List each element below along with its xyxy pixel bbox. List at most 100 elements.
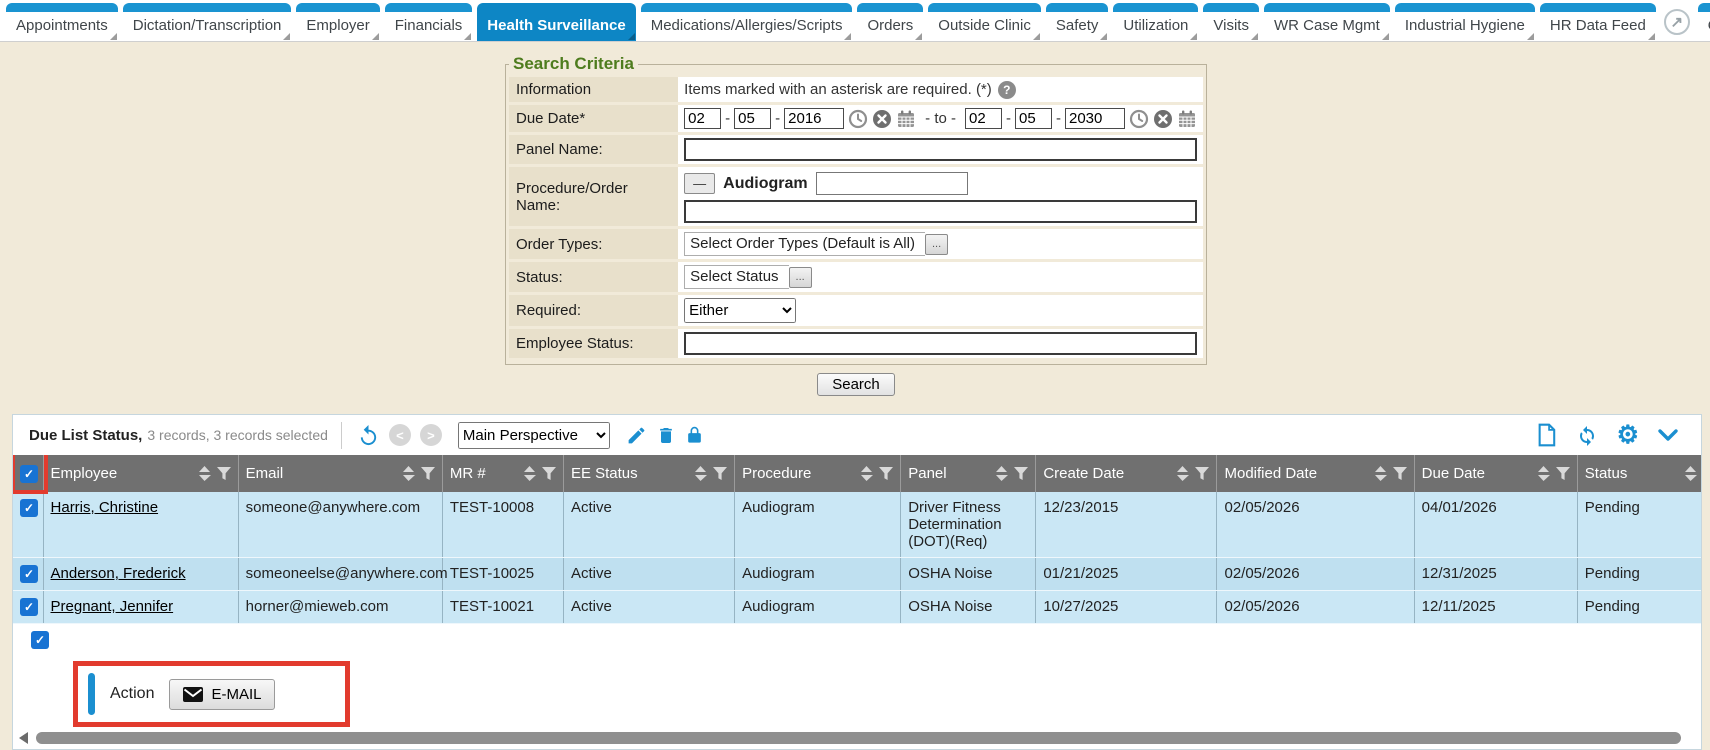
- sort-icon[interactable]: [995, 466, 1008, 481]
- time-picker-icon[interactable]: [1129, 109, 1149, 129]
- cell-procedure: Audiogram: [735, 492, 901, 558]
- row-checkbox[interactable]: ✓: [20, 598, 38, 616]
- cell-mr: TEST-10025: [442, 558, 563, 591]
- undo-icon[interactable]: [357, 424, 380, 447]
- next-page-icon[interactable]: >: [420, 424, 442, 446]
- employee-link[interactable]: Pregnant, Jennifer: [51, 598, 174, 615]
- information-label: Information: [509, 77, 678, 102]
- settings-gear-icon[interactable]: ⚙: [1617, 423, 1639, 448]
- sort-icon[interactable]: [523, 466, 536, 481]
- column-header-due_date[interactable]: Due Date: [1414, 455, 1577, 492]
- table-row: ✓Anderson, Fredericksomeoneelse@anywhere…: [13, 558, 1701, 591]
- information-row: Information Items marked with an asteris…: [509, 77, 1203, 102]
- due-to-month-input[interactable]: [965, 108, 1002, 129]
- sort-icon[interactable]: [694, 466, 707, 481]
- tab-dictation-transcription[interactable]: Dictation/Transcription: [123, 3, 292, 41]
- delete-perspective-icon[interactable]: [656, 425, 676, 446]
- scroll-left-arrow-icon[interactable]: [19, 732, 28, 744]
- tab-orders[interactable]: Orders: [857, 3, 923, 41]
- column-header-mr[interactable]: MR #: [442, 455, 563, 492]
- tab-medications-allergies-scripts[interactable]: Medications/Allergies/Scripts: [641, 3, 853, 41]
- collapse-chevron-icon[interactable]: [1657, 427, 1679, 443]
- scrollbar-thumb[interactable]: [36, 732, 1681, 744]
- procedure-filter-input[interactable]: [816, 172, 968, 195]
- column-header-email[interactable]: Email: [238, 455, 442, 492]
- column-header-modified_date[interactable]: Modified Date: [1217, 455, 1414, 492]
- column-header-procedure[interactable]: Procedure: [735, 455, 901, 492]
- required-select[interactable]: Either: [684, 298, 796, 323]
- perspective-select[interactable]: Main Perspective: [458, 422, 610, 449]
- due-from-day-input[interactable]: [734, 108, 771, 129]
- procedure-order-name-input[interactable]: [684, 200, 1197, 223]
- prev-page-icon[interactable]: <: [389, 424, 411, 446]
- refresh-icon[interactable]: [1575, 423, 1599, 447]
- row-checkbox[interactable]: ✓: [20, 565, 38, 583]
- panel-name-input[interactable]: [684, 138, 1197, 161]
- filter-funnel-icon[interactable]: [1014, 467, 1028, 480]
- filter-funnel-icon[interactable]: [1195, 467, 1209, 480]
- row-checkbox[interactable]: ✓: [20, 499, 38, 517]
- tab-safety[interactable]: Safety: [1046, 3, 1109, 41]
- time-picker-icon[interactable]: [848, 109, 868, 129]
- tab-utilization[interactable]: Utilization: [1113, 3, 1198, 41]
- order-types-picker-button[interactable]: ...: [925, 234, 948, 255]
- status-value[interactable]: Select Status: [684, 265, 788, 289]
- tab-outside-clinic[interactable]: Outside Clinic: [928, 3, 1041, 41]
- employee-link[interactable]: Harris, Christine: [51, 499, 159, 516]
- filter-funnel-icon[interactable]: [713, 467, 727, 480]
- column-header-status[interactable]: Status: [1577, 455, 1701, 492]
- employee-status-input[interactable]: [684, 332, 1197, 355]
- lock-icon[interactable]: [685, 425, 704, 446]
- tab-health-surveillance[interactable]: Health Surveillance: [477, 3, 635, 41]
- column-header-create_date[interactable]: Create Date: [1036, 455, 1217, 492]
- column-header-ee_status[interactable]: EE Status: [563, 455, 734, 492]
- tab-visits[interactable]: Visits: [1203, 3, 1259, 41]
- clear-date-icon[interactable]: [1153, 109, 1173, 129]
- column-header-panel[interactable]: Panel: [901, 455, 1036, 492]
- sort-icon[interactable]: [1537, 466, 1550, 481]
- filter-funnel-icon[interactable]: [879, 467, 893, 480]
- employee-link[interactable]: Anderson, Frederick: [51, 565, 186, 582]
- selected-procedure-label: Audiogram: [723, 175, 807, 193]
- due-from-year-input[interactable]: [784, 108, 844, 129]
- horizontal-scrollbar[interactable]: [17, 731, 1697, 745]
- filter-funnel-icon[interactable]: [1556, 467, 1570, 480]
- status-label: Status:: [509, 262, 678, 292]
- tab-financials[interactable]: Financials: [385, 3, 473, 41]
- due-to-year-input[interactable]: [1065, 108, 1125, 129]
- sort-icon[interactable]: [1176, 466, 1189, 481]
- sort-icon[interactable]: [198, 466, 211, 481]
- due-from-month-input[interactable]: [684, 108, 721, 129]
- sort-icon[interactable]: [402, 466, 415, 481]
- filter-funnel-icon[interactable]: [421, 467, 435, 480]
- status-picker-button[interactable]: ...: [789, 267, 812, 288]
- edit-perspective-icon[interactable]: [626, 425, 647, 446]
- new-document-icon[interactable]: [1536, 423, 1557, 447]
- clear-date-icon[interactable]: [872, 109, 892, 129]
- footer-select-checkbox[interactable]: ✓: [31, 631, 49, 649]
- tab-quality-of[interactable]: Quality of: [1698, 3, 1710, 41]
- sort-icon[interactable]: [860, 466, 873, 481]
- tab-employer[interactable]: Employer: [296, 3, 379, 41]
- email-button[interactable]: E-MAIL: [169, 679, 275, 710]
- help-icon[interactable]: ?: [998, 81, 1016, 99]
- filter-funnel-icon[interactable]: [217, 467, 231, 480]
- filter-funnel-icon[interactable]: [542, 467, 556, 480]
- sort-icon[interactable]: [1684, 466, 1697, 481]
- tab-appointments[interactable]: Appointments: [6, 3, 118, 41]
- tab-wr-case-mgmt[interactable]: WR Case Mgmt: [1264, 3, 1390, 41]
- external-link-icon[interactable]: ↗: [1664, 9, 1690, 35]
- sort-icon[interactable]: [1374, 466, 1387, 481]
- tab-industrial-hygiene[interactable]: Industrial Hygiene: [1395, 3, 1535, 41]
- due-to-day-input[interactable]: [1015, 108, 1052, 129]
- order-types-value[interactable]: Select Order Types (Default is All): [684, 232, 925, 256]
- remove-procedure-button[interactable]: —: [684, 173, 715, 194]
- search-button[interactable]: Search: [817, 373, 895, 396]
- select-all-checkbox[interactable]: ✓: [20, 465, 38, 483]
- calendar-icon[interactable]: [1177, 109, 1197, 129]
- calendar-icon[interactable]: [896, 109, 916, 129]
- required-label: Required:: [509, 295, 678, 326]
- tab-hr-data-feed[interactable]: HR Data Feed: [1540, 3, 1656, 41]
- column-header-employee[interactable]: Employee: [43, 455, 238, 492]
- filter-funnel-icon[interactable]: [1393, 467, 1407, 480]
